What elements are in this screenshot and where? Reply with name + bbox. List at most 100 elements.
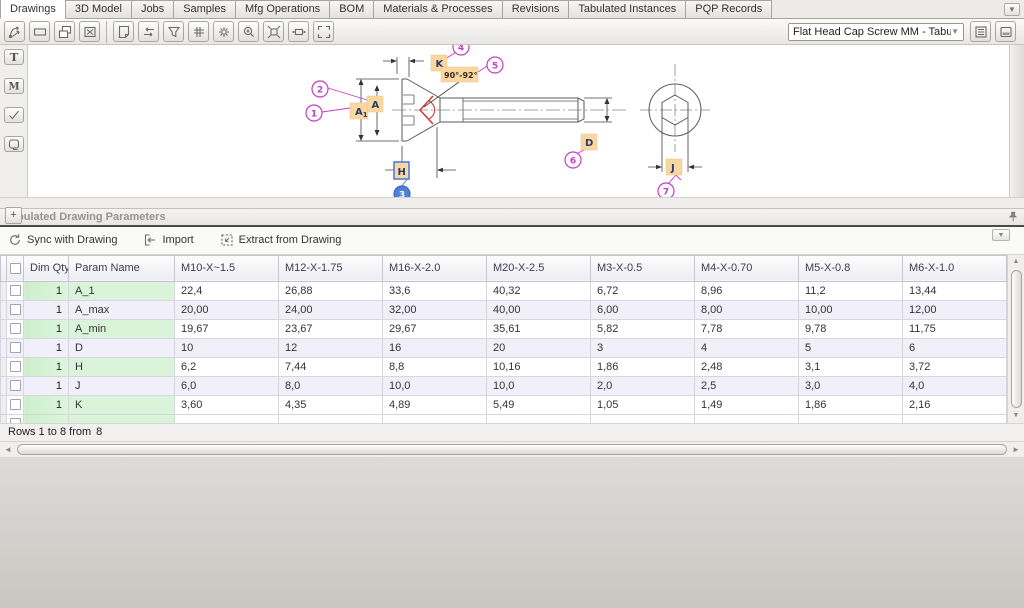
- param-value-cell[interactable]: 8,96: [695, 281, 799, 300]
- param-value-cell[interactable]: 4: [695, 338, 799, 357]
- param-value-cell[interactable]: 11,2: [799, 281, 903, 300]
- param-value-cell[interactable]: 5,82: [591, 319, 695, 338]
- row-checkbox[interactable]: [7, 395, 24, 414]
- grid-button[interactable]: [188, 21, 209, 42]
- label-J[interactable]: J: [666, 159, 682, 175]
- param-value-cell[interactable]: 16: [383, 338, 487, 357]
- tab-mfg-operations[interactable]: Mfg Operations: [235, 0, 330, 18]
- param-value-cell[interactable]: 7,44: [279, 357, 383, 376]
- param-value-cell[interactable]: 11,75: [903, 319, 1007, 338]
- param-value-cell[interactable]: 10: [175, 338, 279, 357]
- label-D[interactable]: D: [581, 134, 597, 150]
- params-horizontal-scrollbar[interactable]: ◄ ►: [0, 441, 1024, 457]
- params-hscroll-thumb[interactable]: [17, 444, 1007, 455]
- param-value-cell[interactable]: 7,78: [695, 319, 799, 338]
- tab-bom[interactable]: BOM: [329, 0, 374, 18]
- param-value-cell[interactable]: 6,0: [175, 376, 279, 395]
- scroll-down-icon[interactable]: ▼: [1013, 409, 1020, 423]
- param-value-cell[interactable]: 1,05: [591, 395, 695, 414]
- param-value-cell[interactable]: 29,67: [383, 319, 487, 338]
- scroll-left-icon[interactable]: ◄: [0, 445, 16, 454]
- params-column-header[interactable]: M12-X-1.75: [279, 255, 383, 281]
- param-value-cell[interactable]: 10,0: [487, 376, 591, 395]
- zoom-in-button[interactable]: +: [5, 207, 22, 224]
- param-value-cell[interactable]: 3,0: [799, 376, 903, 395]
- label-H-selected[interactable]: H: [394, 162, 409, 179]
- frame-button[interactable]: [29, 21, 50, 42]
- param-value-cell[interactable]: 2,5: [695, 376, 799, 395]
- dim-qty-cell[interactable]: 1: [24, 300, 69, 319]
- zoom-in-button[interactable]: [238, 21, 259, 42]
- param-value-cell[interactable]: 10,16: [487, 357, 591, 376]
- param-value-cell[interactable]: 22,4: [175, 281, 279, 300]
- param-value-cell[interactable]: 3,72: [903, 357, 1007, 376]
- param-value-cell[interactable]: 12: [279, 338, 383, 357]
- params-vertical-scrollbar[interactable]: ▲ ▼: [1007, 255, 1024, 423]
- params-column-header[interactable]: M20-X-2.5: [487, 255, 591, 281]
- param-value-cell[interactable]: 6,00: [591, 300, 695, 319]
- row-checkbox[interactable]: [7, 357, 24, 376]
- flow-connector-button[interactable]: [4, 21, 25, 42]
- pin-icon[interactable]: [1007, 211, 1019, 223]
- drawing-selector-dropdown[interactable]: Flat Head Cap Screw MM - Tabulated Sa...…: [788, 23, 964, 41]
- param-value-cell[interactable]: 2,0: [591, 376, 695, 395]
- filter-button[interactable]: [163, 21, 184, 42]
- tab-jobs[interactable]: Jobs: [131, 0, 174, 18]
- tab-materials-processes[interactable]: Materials & Processes: [373, 0, 502, 18]
- param-value-cell[interactable]: 3: [591, 338, 695, 357]
- dim-qty-cell[interactable]: 1: [24, 376, 69, 395]
- row-checkbox[interactable]: [7, 338, 24, 357]
- param-value-cell[interactable]: 35,61: [487, 319, 591, 338]
- param-value-cell[interactable]: 40,32: [487, 281, 591, 300]
- param-value-cell[interactable]: 2,16: [903, 395, 1007, 414]
- measure-tool-button[interactable]: M: [4, 78, 24, 94]
- param-value-cell[interactable]: 23,67: [279, 319, 383, 338]
- pan-view-button[interactable]: [288, 21, 309, 42]
- panel-layout-button[interactable]: [995, 21, 1016, 42]
- text-tool-button[interactable]: T: [4, 49, 24, 65]
- tab-drawings[interactable]: Drawings: [0, 0, 66, 19]
- balloon-1[interactable]: 1: [306, 105, 322, 121]
- params-column-header[interactable]: M16-X-2.0: [383, 255, 487, 281]
- drawing-vertical-scrollbar[interactable]: [1009, 45, 1024, 197]
- tab-pqp-records[interactable]: PQP Records: [685, 0, 772, 18]
- param-value-cell[interactable]: 2,48: [695, 357, 799, 376]
- scroll-right-icon[interactable]: ►: [1008, 445, 1024, 454]
- param-value-cell[interactable]: 1,86: [799, 395, 903, 414]
- param-name-cell[interactable]: K: [69, 395, 175, 414]
- param-value-cell[interactable]: 3,60: [175, 395, 279, 414]
- params-column-header[interactable]: M4-X-0.70: [695, 255, 799, 281]
- param-value-cell[interactable]: 26,88: [279, 281, 383, 300]
- param-value-cell[interactable]: 20,00: [175, 300, 279, 319]
- label-cone-angle[interactable]: 90°-92°: [441, 67, 478, 82]
- note-button[interactable]: [113, 21, 134, 42]
- balloon-4[interactable]: 4: [453, 45, 469, 55]
- param-value-cell[interactable]: 6,2: [175, 357, 279, 376]
- param-value-cell[interactable]: 40,00: [487, 300, 591, 319]
- param-name-cell[interactable]: D: [69, 338, 175, 357]
- row-checkbox[interactable]: [7, 300, 24, 319]
- params-column-header[interactable]: Dim Qty: [24, 255, 69, 281]
- param-name-cell[interactable]: A_1: [69, 281, 175, 300]
- params-column-header[interactable]: M6-X-1.0: [903, 255, 1007, 281]
- stamp-tool-button[interactable]: [4, 136, 24, 152]
- scroll-up-icon[interactable]: ▲: [1013, 255, 1020, 269]
- param-value-cell[interactable]: 10,0: [383, 376, 487, 395]
- dim-qty-cell[interactable]: 1: [24, 357, 69, 376]
- param-name-cell[interactable]: H: [69, 357, 175, 376]
- drawing-horizontal-scrollbar[interactable]: [0, 197, 1024, 208]
- tab-revisions[interactable]: Revisions: [502, 0, 570, 18]
- balloon-5[interactable]: 5: [487, 57, 503, 73]
- param-name-cell[interactable]: A_min: [69, 319, 175, 338]
- balloon-2[interactable]: 2: [312, 81, 328, 97]
- select-all-checkbox[interactable]: [7, 255, 24, 281]
- properties-list-button[interactable]: [970, 21, 991, 42]
- param-value-cell[interactable]: 8,8: [383, 357, 487, 376]
- param-value-cell[interactable]: 3,1: [799, 357, 903, 376]
- param-value-cell[interactable]: 4,0: [903, 376, 1007, 395]
- param-value-cell[interactable]: 8,00: [695, 300, 799, 319]
- row-checkbox[interactable]: [7, 281, 24, 300]
- balloon-7[interactable]: 7: [658, 183, 674, 197]
- param-value-cell[interactable]: 8,0: [279, 376, 383, 395]
- param-value-cell[interactable]: 6,72: [591, 281, 695, 300]
